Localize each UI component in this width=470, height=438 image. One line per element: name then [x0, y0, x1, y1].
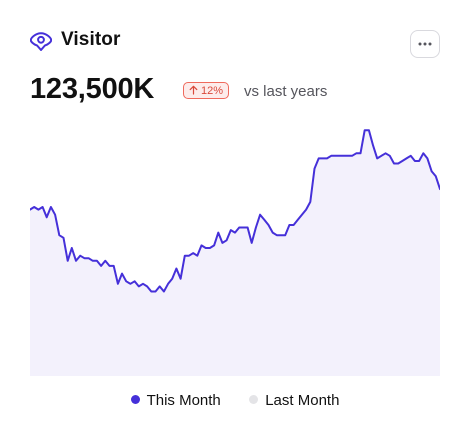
card-header: Visitor — [30, 28, 440, 60]
change-value: 12% — [201, 85, 224, 97]
more-horizontal-icon — [418, 42, 432, 46]
more-options-button[interactable] — [410, 30, 440, 58]
legend-dot-last-month — [249, 395, 259, 404]
visitor-total: 123,500K — [30, 73, 155, 105]
card-title: Visitor — [61, 29, 121, 50]
area-chart — [29, 129, 441, 376]
visitor-chart — [29, 120, 441, 376]
legend-label-last-month: Last Month — [265, 392, 340, 409]
legend-item-this-month[interactable]: This Month — [130, 392, 221, 409]
change-badge: 12% — [183, 82, 230, 99]
chart-legend: This Month Last Month — [0, 392, 470, 412]
compare-label: vs last years — [244, 83, 328, 100]
metric-row: 123,500K 12% vs last years — [30, 73, 440, 109]
series-area-this-month — [30, 130, 440, 376]
legend-item-last-month[interactable]: Last Month — [249, 392, 339, 409]
arrow-up-icon — [189, 85, 198, 95]
visitor-card: Visitor 123,500K 12% vs last years This … — [0, 0, 470, 438]
legend-dot-this-month — [130, 395, 140, 404]
eye-location-icon — [30, 32, 52, 51]
legend-label-this-month: This Month — [146, 392, 221, 409]
